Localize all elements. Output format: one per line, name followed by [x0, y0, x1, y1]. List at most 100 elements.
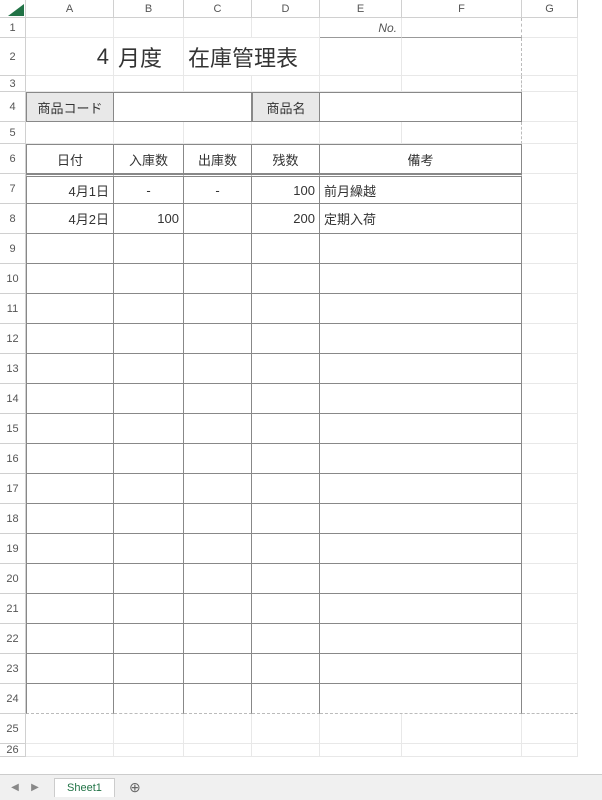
row-8[interactable]: 8: [0, 204, 26, 234]
table-row[interactable]: [184, 684, 252, 714]
cell-F25[interactable]: [402, 714, 522, 744]
table-row[interactable]: [320, 474, 522, 504]
cell-G21[interactable]: [522, 594, 578, 624]
cell-G10[interactable]: [522, 264, 578, 294]
table-row[interactable]: [252, 294, 320, 324]
cell-C1[interactable]: [184, 18, 252, 38]
table-row[interactable]: [252, 264, 320, 294]
cell-E26[interactable]: [320, 744, 402, 757]
col-A[interactable]: A: [26, 0, 114, 18]
cell-E2[interactable]: [320, 38, 402, 76]
table-row[interactable]: [320, 414, 522, 444]
td-out-0[interactable]: -: [184, 174, 252, 204]
table-row[interactable]: [320, 294, 522, 324]
cell-E5[interactable]: [320, 122, 402, 144]
table-row[interactable]: [26, 474, 114, 504]
cell-C5[interactable]: [184, 122, 252, 144]
table-row[interactable]: [114, 534, 184, 564]
table-row[interactable]: [184, 534, 252, 564]
cell-E25[interactable]: [320, 714, 402, 744]
row-2[interactable]: 2: [0, 38, 26, 76]
cell-G13[interactable]: [522, 354, 578, 384]
col-D[interactable]: D: [252, 0, 320, 18]
row-3[interactable]: 3: [0, 76, 26, 92]
cell-C3[interactable]: [184, 76, 252, 92]
no-value[interactable]: [402, 18, 522, 38]
row-25[interactable]: 25: [0, 714, 26, 744]
table-row[interactable]: [26, 564, 114, 594]
row-19[interactable]: 19: [0, 534, 26, 564]
td-out-1[interactable]: [184, 204, 252, 234]
table-row[interactable]: [320, 534, 522, 564]
table-row[interactable]: [114, 324, 184, 354]
cell-G16[interactable]: [522, 444, 578, 474]
table-row[interactable]: [114, 684, 184, 714]
row-16[interactable]: 16: [0, 444, 26, 474]
row-26[interactable]: 26: [0, 744, 26, 757]
cell-G3[interactable]: [522, 76, 578, 92]
cell-G11[interactable]: [522, 294, 578, 324]
row-4[interactable]: 4: [0, 92, 26, 122]
table-row[interactable]: [184, 624, 252, 654]
cell-G6[interactable]: [522, 144, 578, 174]
table-row[interactable]: [114, 384, 184, 414]
sheet-tab[interactable]: Sheet1: [54, 778, 115, 797]
cell-F26[interactable]: [402, 744, 522, 757]
table-row[interactable]: [320, 384, 522, 414]
cell-A5[interactable]: [26, 122, 114, 144]
table-row[interactable]: [320, 654, 522, 684]
table-row[interactable]: [320, 354, 522, 384]
table-row[interactable]: [252, 474, 320, 504]
cell-G24[interactable]: [522, 684, 578, 714]
col-F[interactable]: F: [402, 0, 522, 18]
table-row[interactable]: [26, 654, 114, 684]
cell-C25[interactable]: [184, 714, 252, 744]
table-row[interactable]: [114, 354, 184, 384]
table-row[interactable]: [252, 594, 320, 624]
cell-G22[interactable]: [522, 624, 578, 654]
table-row[interactable]: [184, 654, 252, 684]
table-row[interactable]: [252, 354, 320, 384]
table-row[interactable]: [184, 324, 252, 354]
table-row[interactable]: [114, 594, 184, 624]
table-row[interactable]: [26, 294, 114, 324]
table-row[interactable]: [26, 624, 114, 654]
row-10[interactable]: 10: [0, 264, 26, 294]
table-row[interactable]: [320, 564, 522, 594]
td-notes-1[interactable]: 定期入荷: [320, 204, 522, 234]
row-21[interactable]: 21: [0, 594, 26, 624]
table-row[interactable]: [320, 624, 522, 654]
table-row[interactable]: [252, 234, 320, 264]
nav-prev-icon[interactable]: ◀: [6, 779, 24, 797]
row-20[interactable]: 20: [0, 564, 26, 594]
table-row[interactable]: [26, 264, 114, 294]
cell-G8[interactable]: [522, 204, 578, 234]
table-row[interactable]: [26, 234, 114, 264]
table-row[interactable]: [114, 504, 184, 534]
row-13[interactable]: 13: [0, 354, 26, 384]
cell-G19[interactable]: [522, 534, 578, 564]
cell-D5[interactable]: [252, 122, 320, 144]
cell-A3[interactable]: [26, 76, 114, 92]
table-row[interactable]: [184, 474, 252, 504]
month-number[interactable]: 4: [26, 38, 114, 76]
table-row[interactable]: [184, 354, 252, 384]
cell-B3[interactable]: [114, 76, 184, 92]
table-row[interactable]: [252, 414, 320, 444]
row-17[interactable]: 17: [0, 474, 26, 504]
table-row[interactable]: [26, 534, 114, 564]
select-all-corner[interactable]: [0, 0, 26, 18]
cell-F2[interactable]: [402, 38, 522, 76]
table-row[interactable]: [26, 444, 114, 474]
col-C[interactable]: C: [184, 0, 252, 18]
table-row[interactable]: [114, 654, 184, 684]
row-7[interactable]: 7: [0, 174, 26, 204]
cell-G23[interactable]: [522, 654, 578, 684]
cell-F5[interactable]: [402, 122, 522, 144]
table-row[interactable]: [184, 414, 252, 444]
table-row[interactable]: [252, 324, 320, 354]
cell-G26[interactable]: [522, 744, 578, 757]
td-in-0[interactable]: -: [114, 174, 184, 204]
table-row[interactable]: [320, 324, 522, 354]
col-B[interactable]: B: [114, 0, 184, 18]
